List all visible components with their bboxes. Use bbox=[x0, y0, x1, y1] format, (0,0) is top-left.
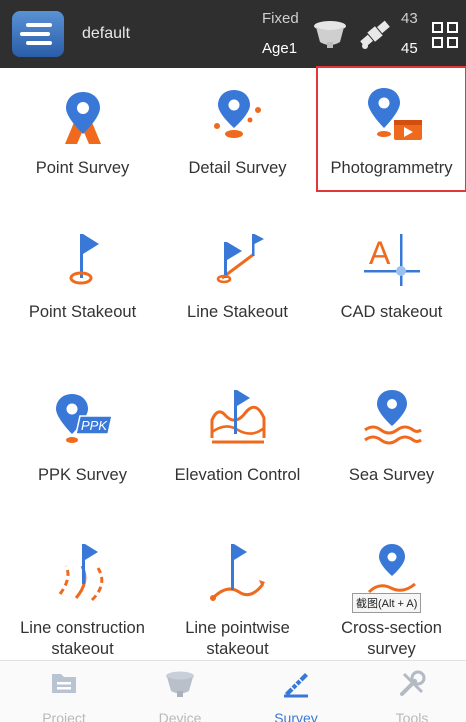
survey-function-grid: Point Survey Detail Survey Photogrammetr… bbox=[0, 66, 466, 660]
profile-name[interactable]: default bbox=[82, 25, 130, 43]
grid-menu-icon[interactable] bbox=[432, 22, 459, 49]
tools-icon bbox=[400, 670, 426, 696]
status-bar: default Fixed Age1 43 45 bbox=[0, 0, 466, 68]
tile-sea-survey[interactable]: Sea Survey bbox=[314, 372, 466, 512]
nav-label: Survey bbox=[274, 710, 318, 722]
tile-line-stakeout[interactable]: Line Stakeout bbox=[160, 216, 315, 356]
point-survey-icon bbox=[64, 92, 101, 144]
ppk-badge: PPK bbox=[81, 418, 108, 433]
ppk-survey-icon: PPK bbox=[55, 394, 113, 443]
detail-survey-icon bbox=[213, 90, 261, 138]
nav-project[interactable]: Project bbox=[6, 661, 122, 722]
tile-label-line1: Cross-section bbox=[341, 619, 442, 637]
tile-label: Photogrammetry bbox=[330, 159, 453, 177]
sea-survey-icon bbox=[363, 390, 422, 445]
device-icon bbox=[166, 671, 194, 697]
tile-label-line1: Line pointwise bbox=[185, 619, 290, 637]
tile-label-line1: Line construction bbox=[20, 619, 145, 637]
tile-label-line2: stakeout bbox=[206, 640, 269, 658]
tile-label: Point Survey bbox=[35, 159, 130, 177]
nav-device[interactable]: Device bbox=[122, 661, 238, 722]
nav-survey[interactable]: Survey bbox=[238, 661, 354, 722]
project-icon bbox=[52, 674, 76, 693]
tile-label: CAD stakeout bbox=[340, 303, 443, 321]
survey-icon bbox=[284, 673, 308, 698]
age-status: Age1 bbox=[262, 40, 298, 57]
tile-line-pointwise-stakeout[interactable]: Line pointwise stakeout bbox=[160, 530, 315, 660]
tile-label: Detail Survey bbox=[188, 159, 287, 177]
tile-label: Elevation Control bbox=[174, 466, 301, 484]
app-logo[interactable] bbox=[12, 11, 64, 57]
tile-ppk-survey[interactable]: PPK PPK Survey bbox=[5, 372, 160, 512]
tile-point-stakeout[interactable]: Point Stakeout bbox=[5, 216, 160, 356]
tile-detail-survey[interactable]: Detail Survey bbox=[160, 68, 315, 198]
satellite-count-bottom: 45 bbox=[401, 40, 418, 57]
nav-tools[interactable]: Tools bbox=[354, 661, 466, 722]
satellite-icon[interactable] bbox=[357, 16, 393, 52]
tile-line-construction-stakeout[interactable]: Line construction stakeout bbox=[5, 530, 160, 660]
tile-label: Point Stakeout bbox=[28, 303, 137, 321]
tile-elevation-control[interactable]: Elevation Control bbox=[160, 372, 315, 512]
screenshot-tooltip: 截图(Alt + A) bbox=[352, 593, 422, 613]
point-stakeout-icon bbox=[69, 234, 99, 285]
receiver-icon[interactable] bbox=[312, 18, 348, 50]
fix-status: Fixed bbox=[262, 10, 299, 27]
tile-point-survey[interactable]: Point Survey bbox=[5, 68, 160, 198]
cad-stakeout-icon: A bbox=[363, 234, 420, 286]
tile-label-line2: stakeout bbox=[51, 640, 114, 658]
tile-label: Line Stakeout bbox=[187, 303, 288, 321]
line-pointwise-stakeout-icon bbox=[209, 544, 265, 601]
nav-label: Project bbox=[42, 710, 86, 722]
tile-label-line2: survey bbox=[367, 640, 416, 658]
elevation-control-icon bbox=[210, 390, 265, 444]
svg-text:A: A bbox=[369, 235, 391, 271]
satellite-count-top: 43 bbox=[401, 10, 418, 27]
bottom-navigation: Project Device Survey Tools bbox=[0, 660, 466, 722]
tile-photogrammetry[interactable]: Photogrammetry bbox=[316, 66, 466, 192]
tile-label: PPK Survey bbox=[38, 466, 127, 484]
tile-cad-stakeout[interactable]: A CAD stakeout bbox=[314, 216, 466, 356]
photogrammetry-icon bbox=[367, 88, 422, 140]
nav-label: Device bbox=[158, 710, 202, 722]
line-construction-stakeout-icon bbox=[58, 544, 103, 602]
tile-label: Sea Survey bbox=[348, 466, 435, 484]
nav-label: Tools bbox=[395, 710, 429, 722]
line-stakeout-icon bbox=[216, 234, 264, 284]
